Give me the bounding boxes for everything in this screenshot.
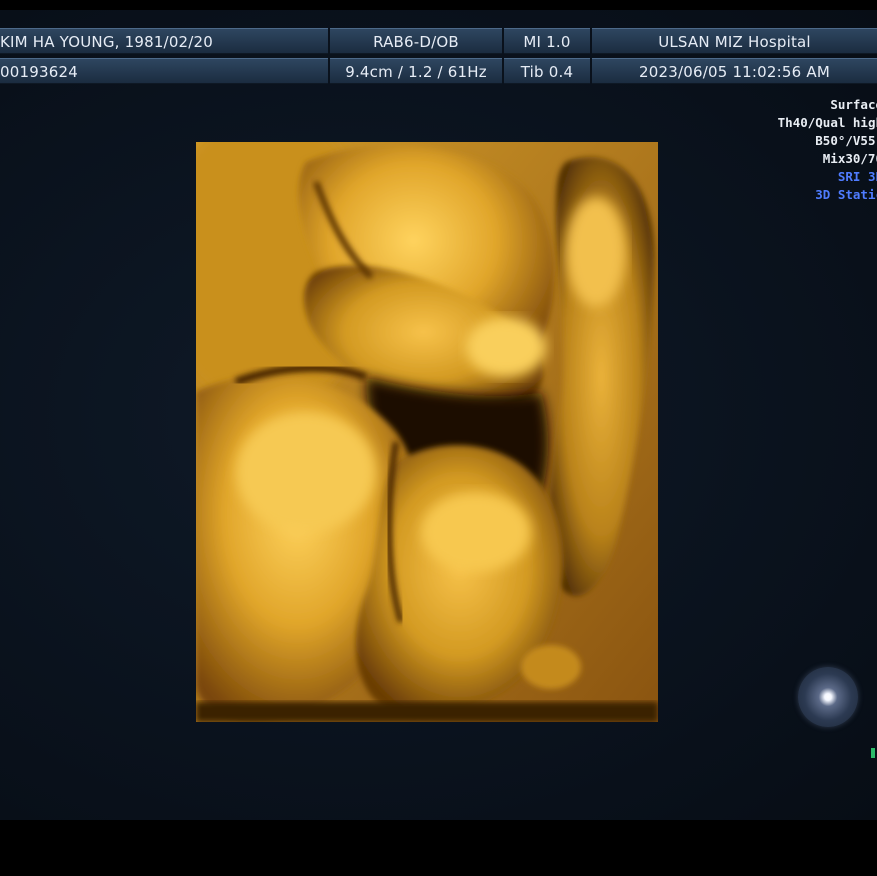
3d-render-viewport[interactable] (196, 142, 658, 722)
header-row-top: KIM HA YOUNG, 1981/02/20 RAB6-D/OB MI 1.… (0, 28, 877, 54)
ultrasound-screen: KIM HA YOUNG, 1981/02/20 RAB6-D/OB MI 1.… (0, 10, 877, 820)
header-row-bottom: 00193624 9.4cm / 1.2 / 61Hz Tib 0.4 2023… (0, 58, 877, 84)
orientation-ball-icon (798, 667, 858, 727)
param-threshold-quality: Th40/Qual high (777, 115, 877, 130)
mechanical-index: MI 1.0 (504, 28, 590, 54)
probe-preset: RAB6-D/OB (330, 28, 502, 54)
fetal-3d-render-image (196, 142, 658, 722)
param-mode: Surface (830, 97, 877, 112)
hospital-name: ULSAN MIZ Hospital (592, 28, 877, 54)
imaging-parameters: Surface Th40/Qual high B50°/V55° Mix30/7… (747, 96, 877, 204)
ultrasound-display: KIM HA YOUNG, 1981/02/20 RAB6-D/OB MI 1.… (0, 0, 877, 876)
param-3d-mode: 3D Static (815, 187, 877, 202)
patient-id: 00193624 (0, 58, 328, 84)
patient-name-dob: KIM HA YOUNG, 1981/02/20 (0, 28, 328, 54)
param-volume-angle: B50°/V55° (815, 133, 877, 148)
thermal-index: Tib 0.4 (504, 58, 590, 84)
param-mix: Mix30/70 (822, 151, 877, 166)
param-sri: SRI 3D (837, 169, 877, 184)
depth-frequency: 9.4cm / 1.2 / 61Hz (330, 58, 502, 84)
green-marker-icon (871, 748, 875, 758)
exam-datetime: 2023/06/05 11:02:56 AM (592, 58, 877, 84)
